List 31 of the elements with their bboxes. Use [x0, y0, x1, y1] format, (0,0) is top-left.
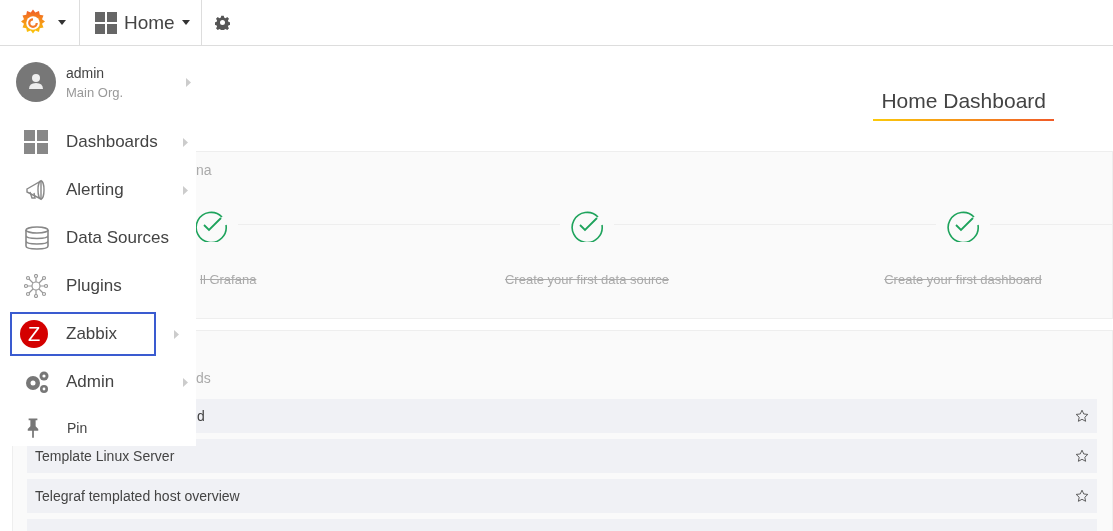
caret-icon [181, 20, 190, 25]
dashboards-icon [95, 11, 117, 34]
dashboard-picker-button[interactable]: Home [80, 0, 202, 45]
dashboard-list-item[interactable]: Template Linux Server [27, 439, 1097, 473]
dashboard-name: Template Linux Server [35, 448, 175, 464]
plugins-icon [24, 274, 48, 298]
gears-icon [24, 370, 50, 394]
menu-item[interactable]: Data Sources [10, 216, 190, 260]
user-menu-item[interactable]: admin Main Org. [0, 60, 196, 104]
star-icon[interactable] [1075, 489, 1089, 503]
dashboard-name: Telegraf templated host overview [35, 488, 240, 504]
avatar-icon [16, 62, 56, 102]
dashboards-icon [24, 130, 48, 154]
menu-item[interactable]: Dashboards [10, 120, 190, 164]
pushpin-icon [26, 418, 40, 438]
caret-icon [58, 20, 66, 25]
panel-title: ds [196, 370, 211, 386]
megaphone-icon [24, 178, 48, 202]
database-icon [24, 226, 50, 250]
panel-title: na [196, 162, 212, 178]
star-icon[interactable] [1075, 449, 1089, 463]
settings-icon [214, 15, 230, 30]
dashboard-name: d [197, 408, 205, 424]
zabbix-logo-icon: Z [20, 320, 48, 348]
page-title: Home Dashboard [873, 89, 1054, 121]
dashboard-list-item[interactable]: Telegraf templated host overview [27, 479, 1097, 513]
org-name: Main Org. [66, 84, 125, 100]
menu-item[interactable]: Alerting [10, 168, 190, 212]
user-name: admin [66, 64, 106, 81]
menu-item[interactable]: Plugins [10, 264, 190, 308]
star-icon[interactable] [1075, 409, 1089, 423]
